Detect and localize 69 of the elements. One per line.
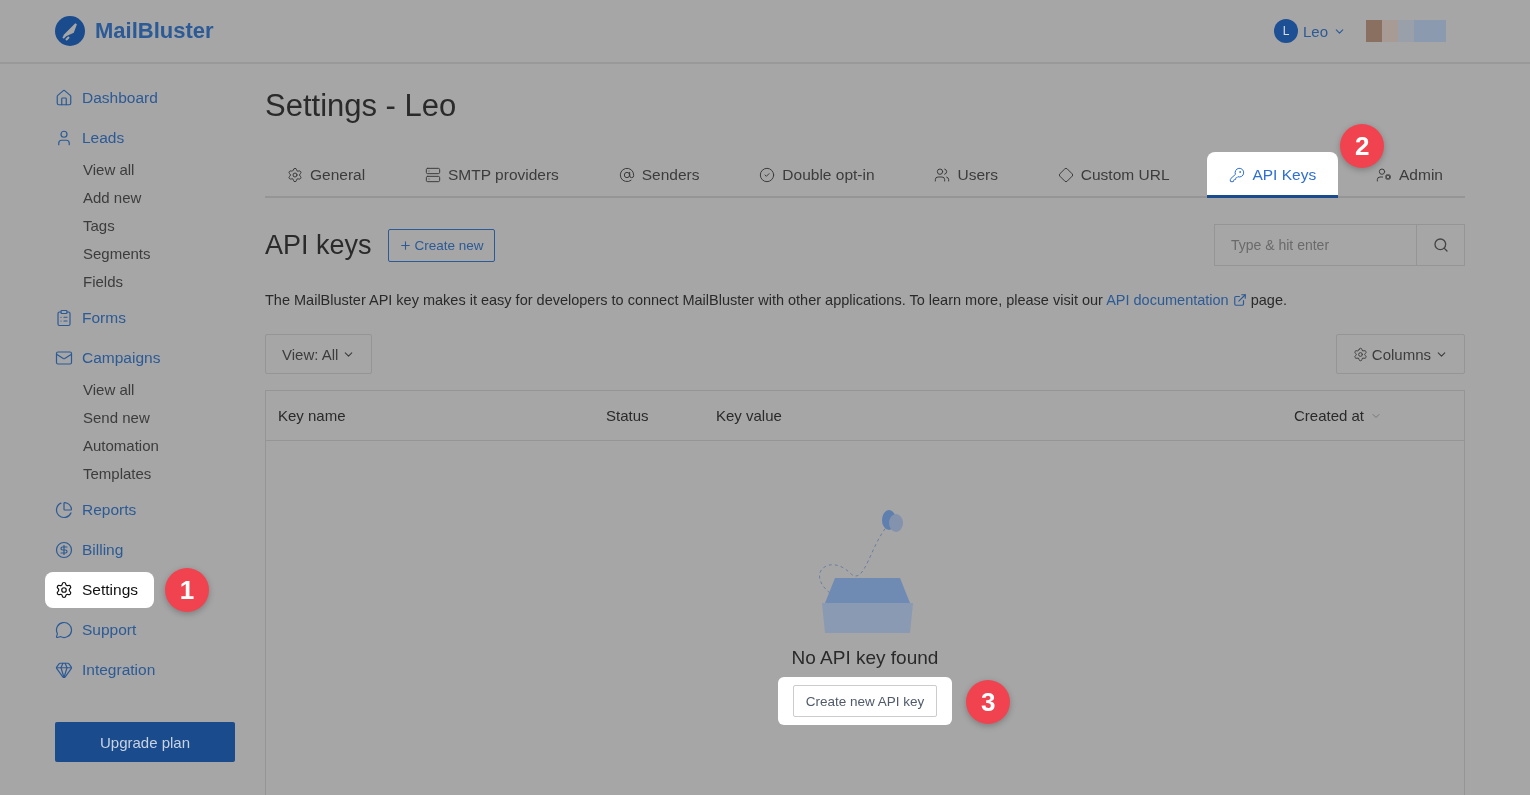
- sidebar-item[interactable]: Leads: [45, 120, 141, 156]
- users-icon: [934, 167, 951, 183]
- key-icon: [1229, 167, 1246, 183]
- description: The MailBluster API key makes it easy for developers to connect MailBluster with other applications. To learn more, please visit our API documentation page.: [265, 292, 1289, 308]
- brand-name: MailBluster: [95, 18, 214, 44]
- search-input[interactable]: Type & hit enter: [1215, 225, 1416, 265]
- sidebar-item[interactable]: Dashboard: [45, 80, 174, 116]
- sidebar-subitem[interactable]: View all: [83, 376, 135, 404]
- at-sign-icon: [618, 167, 635, 183]
- view-filter-dropdown[interactable]: View: All: [265, 334, 373, 374]
- sidebar-subitem[interactable]: Templates: [83, 460, 152, 488]
- column-header[interactable]: Created at: [1294, 407, 1464, 424]
- page-title: Settings - Leo: [265, 88, 458, 124]
- step-badge: 1: [165, 568, 209, 612]
- mail-icon: [55, 349, 73, 367]
- tab[interactable]: Double opt-in: [737, 152, 897, 198]
- tab[interactable]: API Keys: [1207, 152, 1339, 198]
- avatar: L: [1273, 19, 1298, 43]
- plus-icon: [398, 238, 412, 252]
- sidebar-subitem[interactable]: Tags: [83, 212, 115, 240]
- external-link-icon: [1232, 293, 1247, 307]
- step-badge: 3: [966, 680, 1011, 724]
- list-icon: [55, 309, 73, 327]
- upgrade-plan-button[interactable]: Upgrade plan: [55, 722, 235, 762]
- settings-icon: [55, 581, 73, 599]
- section-title: API keys: [265, 229, 372, 261]
- server-icon: [425, 167, 442, 183]
- step-badge: 2: [1340, 124, 1385, 168]
- search-field[interactable]: Type & hit enter: [1214, 224, 1465, 266]
- sidebar-subitem[interactable]: Send new: [83, 404, 150, 432]
- api-documentation-link[interactable]: API documentation: [1106, 292, 1247, 308]
- user-icon: [55, 129, 73, 147]
- sidebar-item[interactable]: Integration: [45, 652, 172, 688]
- tab[interactable]: General: [265, 152, 388, 198]
- sidebar-item[interactable]: Billing: [45, 532, 140, 568]
- settings-icon: [287, 167, 303, 183]
- tab[interactable]: Custom URL: [1035, 152, 1192, 198]
- search-icon: [1432, 237, 1449, 253]
- check-circle-icon: [759, 167, 776, 183]
- user-name: Leo: [1302, 22, 1328, 40]
- sidebar-item[interactable]: Reports: [45, 492, 153, 528]
- sidebar-item[interactable]: Support: [45, 612, 153, 648]
- column-header: Key name: [278, 407, 347, 424]
- sidebar-item[interactable]: Campaigns: [45, 340, 177, 376]
- sidebar-subitem[interactable]: View all: [83, 156, 135, 184]
- home-icon: [55, 89, 73, 107]
- settings-icon: [1352, 346, 1368, 362]
- sidebar-subitem[interactable]: Fields: [83, 268, 123, 296]
- column-header: Key value: [716, 407, 783, 424]
- user-gear-icon: [1376, 167, 1392, 183]
- sidebar-item[interactable]: Settings: [45, 572, 154, 608]
- chat-icon: [55, 621, 73, 639]
- sidebar-subitem[interactable]: Add new: [83, 184, 142, 212]
- tab[interactable]: Senders: [596, 152, 722, 198]
- gem-icon: [55, 661, 73, 679]
- pie-chart-icon: [55, 501, 73, 519]
- create-new-button[interactable]: Create new: [387, 228, 495, 262]
- tab[interactable]: SMTP providers: [403, 152, 581, 198]
- sidebar-item[interactable]: Forms: [45, 300, 142, 336]
- create-api-key-button[interactable]: Create new API key: [792, 685, 938, 717]
- dollar-icon: [55, 541, 73, 559]
- user-menu[interactable]: L Leo: [1273, 19, 1346, 43]
- columns-button[interactable]: Columns: [1335, 334, 1465, 374]
- diamond-icon: [1057, 167, 1074, 183]
- sidebar-subitem[interactable]: Automation: [83, 432, 159, 460]
- empty-message: No API key found: [791, 647, 939, 669]
- column-header: Status: [606, 407, 650, 424]
- sidebar-subitem[interactable]: Segments: [83, 240, 151, 268]
- tab[interactable]: Users: [912, 152, 1020, 198]
